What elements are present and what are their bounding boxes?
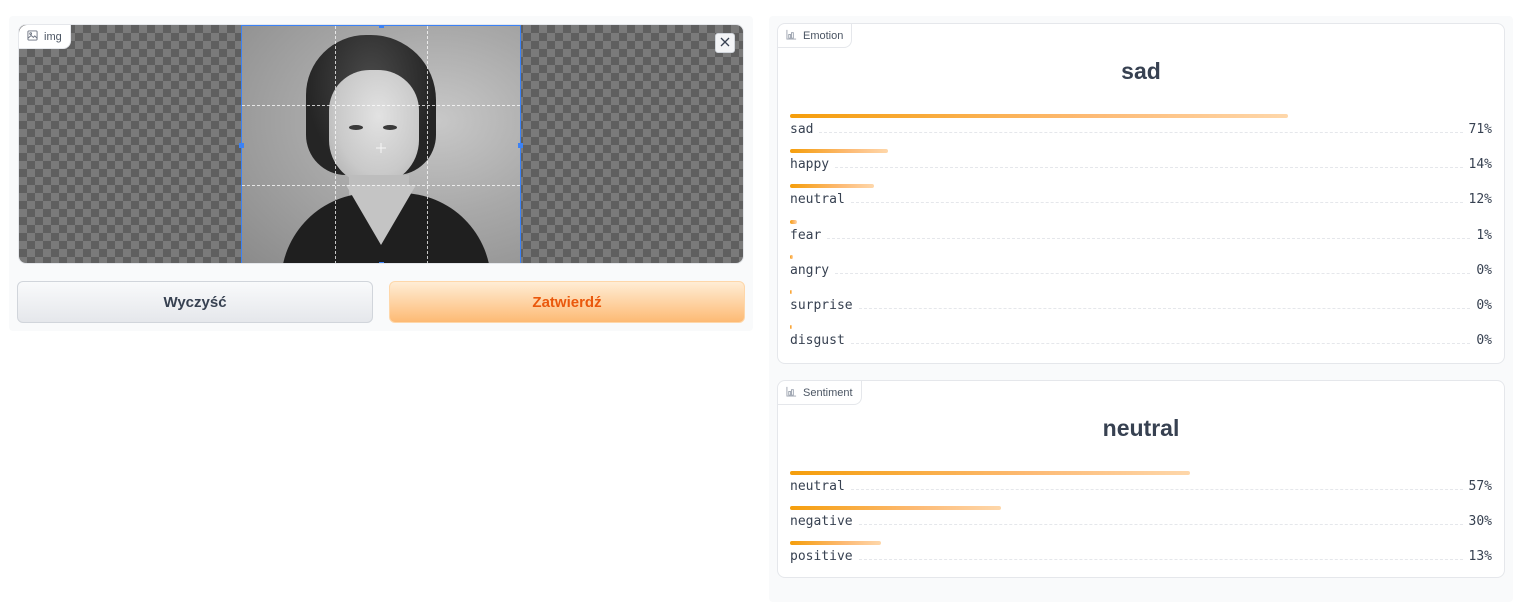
bar-chart-icon: [786, 29, 797, 43]
submit-button[interactable]: Zatwierdź: [389, 281, 745, 323]
confidence-bar: [790, 114, 1289, 118]
sentiment-top-label: neutral: [1102, 415, 1180, 441]
confidence-bar: [790, 219, 798, 224]
class-name: fear: [790, 227, 822, 243]
class-percentage: 13%: [1468, 549, 1492, 565]
input-column: img Wyczyść Zatwierdź: [9, 16, 753, 331]
class-name: angry: [790, 262, 830, 278]
class-percentage: 0%: [1476, 262, 1492, 278]
confidence-bar: [790, 506, 1001, 511]
confidence-row: happy 14%: [790, 149, 1492, 184]
emotion-panel-label: Emotion: [778, 24, 853, 48]
confidence-label: fear 1%: [790, 228, 1492, 243]
class-name: negative: [790, 514, 853, 530]
class-percentage: 0%: [1476, 297, 1492, 313]
confidence-label: disgust 0%: [790, 333, 1492, 348]
class-percentage: 14%: [1468, 157, 1492, 173]
image-input-label-text: img: [44, 30, 62, 43]
class-percentage: 71%: [1468, 122, 1492, 137]
confidence-bar: [790, 325, 793, 330]
class-percentage: 57%: [1468, 479, 1492, 494]
emotion-panel-label-text: Emotion: [803, 29, 844, 42]
close-icon: [720, 34, 730, 52]
confidence-row: negative 30%: [790, 506, 1492, 541]
crop-handle-bottom[interactable]: [379, 262, 384, 263]
confidence-row: neutral 57%: [790, 471, 1492, 506]
sentiment-panel-label-text: Sentiment: [803, 386, 853, 399]
class-name: disgust: [790, 333, 845, 349]
class-name: happy: [790, 157, 830, 173]
crop-handle-left[interactable]: [239, 143, 244, 148]
emotion-panel: Emotion sad sad 71% happy 14% neutral 12% fear…: [777, 23, 1505, 364]
confidence-bar: [790, 254, 793, 259]
crop-frame[interactable]: [239, 25, 523, 263]
confidence-label: positive 13%: [790, 549, 1492, 564]
confidence-label: negative 30%: [790, 514, 1492, 529]
clear-button[interactable]: Wyczyść: [17, 281, 373, 323]
crop-handle-right[interactable]: [518, 143, 523, 148]
class-percentage: 1%: [1476, 227, 1492, 243]
class-name: neutral: [790, 192, 845, 208]
image-input-label: img: [19, 25, 71, 49]
confidence-row: angry 0%: [790, 254, 1492, 290]
confidence-row: positive 13%: [790, 541, 1492, 576]
confidence-label: neutral 57%: [790, 479, 1492, 494]
bar-chart-icon: [786, 386, 797, 400]
confidence-label: neutral 12%: [790, 192, 1492, 207]
remove-image-button[interactable]: [715, 33, 735, 53]
confidence-bar: [790, 149, 889, 154]
confidence-bar: [790, 471, 1191, 475]
crosshair-icon: [376, 140, 386, 153]
class-name: positive: [790, 549, 853, 565]
confidence-row: surprise 0%: [790, 289, 1492, 325]
confidence-label: angry 0%: [790, 263, 1492, 278]
confidence-label: sad 71%: [790, 122, 1492, 137]
confidence-bar: [790, 541, 882, 546]
class-percentage: 30%: [1468, 514, 1492, 530]
confidence-bar: [790, 184, 875, 189]
class-name: neutral: [790, 479, 845, 494]
confidence-row: fear 1%: [790, 219, 1492, 255]
confidence-bar: [790, 289, 793, 294]
crop-handle-top[interactable]: [379, 25, 384, 28]
output-column: Emotion sad sad 71% happy 14% neutral 12% fear…: [769, 16, 1513, 602]
confidence-label: surprise 0%: [790, 298, 1492, 313]
image-icon: [27, 29, 38, 44]
confidence-row: neutral 12%: [790, 184, 1492, 219]
emotion-confidence-list: sad 71% happy 14% neutral 12% fear 1% angry 0% sur…: [790, 114, 1492, 360]
class-percentage: 0%: [1476, 333, 1492, 349]
sentiment-panel: Sentiment neutral neutral 57% negative 30% p…: [777, 380, 1505, 578]
class-percentage: 12%: [1468, 192, 1492, 208]
sentiment-confidence-list: neutral 57% negative 30% positive 13%: [790, 471, 1492, 577]
confidence-row: sad 71%: [790, 114, 1492, 149]
class-name: sad: [790, 122, 814, 137]
class-name: surprise: [790, 297, 853, 313]
image-input[interactable]: img: [18, 24, 744, 264]
sentiment-panel-label: Sentiment: [778, 381, 862, 405]
confidence-label: happy 14%: [790, 157, 1492, 172]
confidence-row: disgust 0%: [790, 325, 1492, 360]
emotion-top-label: sad: [1121, 58, 1161, 84]
